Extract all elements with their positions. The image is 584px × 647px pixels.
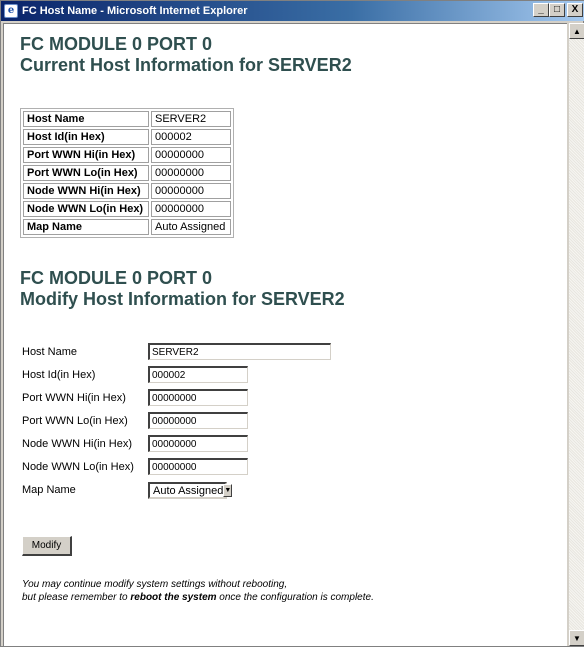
info-key: Map Name	[23, 219, 149, 235]
current-heading-line2: Current Host Information for SERVER2	[20, 55, 352, 75]
window-title: FC Host Name - Microsoft Internet Explor…	[22, 5, 248, 17]
modify-heading-line1: FC MODULE 0 PORT 0	[20, 268, 213, 288]
info-row: Port WWN Hi(in Hex) 00000000	[23, 147, 231, 163]
modify-info-heading: FC MODULE 0 PORT 0 Modify Host Informati…	[20, 268, 345, 310]
browser-window: e FC Host Name - Microsoft Internet Expl…	[0, 0, 584, 647]
current-heading-line1: FC MODULE 0 PORT 0	[20, 34, 213, 54]
note-reboot-emphasis: reboot the system	[130, 592, 217, 603]
scroll-down-arrow-icon[interactable]: ▼	[569, 630, 584, 646]
host-name-input[interactable]	[148, 343, 331, 360]
info-value: 000002	[151, 129, 231, 145]
info-key: Node WWN Lo(in Hex)	[23, 201, 149, 217]
maximize-button[interactable]: □	[549, 3, 565, 17]
info-value: 00000000	[151, 165, 231, 181]
info-key: Host Id(in Hex)	[23, 129, 149, 145]
field-label: Node WWN Hi(in Hex)	[22, 438, 133, 450]
map-name-selected: Auto Assigned	[153, 484, 224, 497]
info-value: 00000000	[151, 183, 231, 199]
info-row: Port WWN Lo(in Hex) 00000000	[23, 165, 231, 181]
info-key: Port WWN Hi(in Hex)	[23, 147, 149, 163]
note-line2-post: once the configuration is complete.	[216, 592, 374, 603]
hex-value-input[interactable]	[148, 366, 248, 383]
current-host-table: Host Name SERVER2 Host Id(in Hex) 000002 Por…	[20, 108, 234, 238]
modify-button[interactable]: Modify	[22, 536, 72, 556]
field-label: Host Id(in Hex)	[22, 369, 96, 381]
map-name-select[interactable]: Auto Assigned ▼	[148, 482, 233, 499]
info-key: Node WWN Hi(in Hex)	[23, 183, 149, 199]
info-value: 00000000	[151, 201, 231, 217]
info-row: Node WWN Hi(in Hex) 00000000	[23, 183, 231, 199]
info-row: Node WWN Lo(in Hex) 00000000	[23, 201, 231, 217]
field-label: Port WWN Lo(in Hex)	[22, 415, 128, 427]
info-row: Host Id(in Hex) 000002	[23, 129, 231, 145]
info-key: Port WWN Lo(in Hex)	[23, 165, 149, 181]
hex-value-input[interactable]	[148, 389, 248, 406]
page-content: FC MODULE 0 PORT 0 Current Host Informat…	[3, 23, 567, 646]
close-button[interactable]: X	[567, 3, 583, 17]
field-label: Port WWN Hi(in Hex)	[22, 392, 126, 404]
title-bar: e FC Host Name - Microsoft Internet Expl…	[1, 1, 584, 21]
modify-heading-line2: Modify Host Information for SERVER2	[20, 289, 345, 309]
info-row: Map Name Auto Assigned	[23, 219, 231, 235]
info-value: Auto Assigned	[151, 219, 231, 235]
vertical-scrollbar[interactable]: ▲ ▼	[568, 23, 584, 646]
ie-page-icon: e	[4, 4, 18, 18]
scroll-up-arrow-icon[interactable]: ▲	[569, 23, 584, 39]
info-key: Host Name	[23, 111, 149, 127]
reboot-note: You may continue modify system settings …	[22, 578, 374, 604]
window-controls: _ □ X	[533, 3, 583, 17]
info-row: Host Name SERVER2	[23, 111, 231, 127]
hex-value-input[interactable]	[148, 412, 248, 429]
note-line2-pre: but please remember to	[22, 592, 131, 603]
minimize-button[interactable]: _	[533, 3, 549, 17]
map-name-label: Map Name	[22, 484, 76, 496]
chevron-down-icon[interactable]: ▼	[223, 484, 233, 497]
info-value: 00000000	[151, 147, 231, 163]
note-line1: You may continue modify system settings …	[22, 579, 288, 590]
field-label: Node WWN Lo(in Hex)	[22, 461, 134, 473]
hex-value-input[interactable]	[148, 435, 248, 452]
current-info-heading: FC MODULE 0 PORT 0 Current Host Informat…	[20, 34, 352, 76]
field-label: Host Name	[22, 346, 78, 358]
hex-value-input[interactable]	[148, 458, 248, 475]
info-value: SERVER2	[151, 111, 231, 127]
